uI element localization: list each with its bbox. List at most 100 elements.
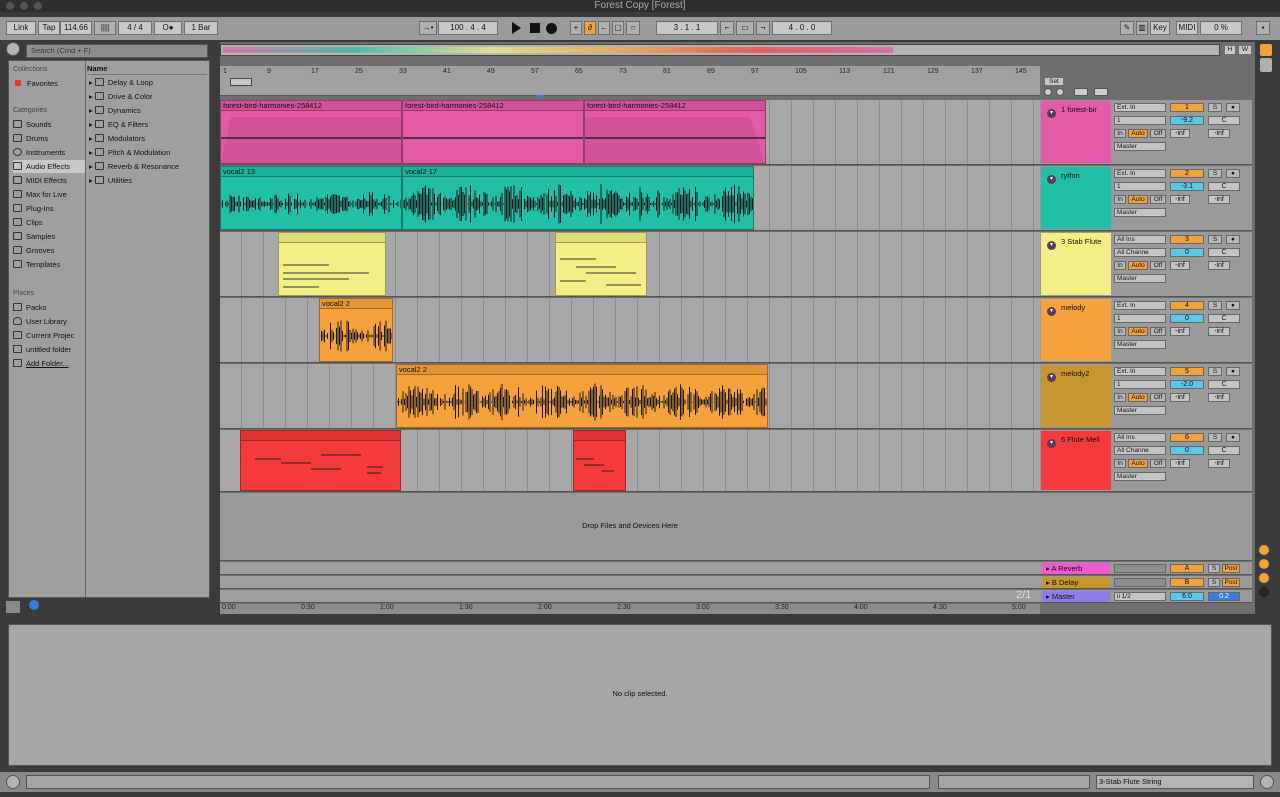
minimize-window-icon[interactable] xyxy=(20,2,28,10)
browser-item[interactable]: ▸ EQ & Filters xyxy=(89,118,148,131)
draw-mode-icon[interactable]: ✎ xyxy=(1120,21,1134,35)
punch-out-icon[interactable]: ¬ xyxy=(756,21,770,35)
selected-track-indicator[interactable]: 3-Stab Flute String xyxy=(1096,775,1254,789)
search-input[interactable]: Search (Cmd + F) xyxy=(26,44,208,58)
name-column-header[interactable]: Name xyxy=(87,64,207,75)
punch-in-icon[interactable]: ⌐ xyxy=(720,21,734,35)
master-volume-field[interactable]: 6.0 xyxy=(1170,592,1204,601)
arm-record-icon[interactable]: ● xyxy=(1226,367,1240,376)
master-header[interactable]: ▸ Master ii 1/2 6.0 0.2 xyxy=(1040,590,1252,603)
return-header-b[interactable]: ▸ B Delay B S Post xyxy=(1040,576,1252,589)
monitor-off-button[interactable]: Off xyxy=(1150,459,1166,468)
link-button[interactable]: Link xyxy=(6,21,36,35)
fold-icon[interactable]: ▾ xyxy=(1047,241,1056,250)
solo-button[interactable]: S xyxy=(1208,103,1222,112)
input-type-dropdown[interactable]: All Ins xyxy=(1114,433,1166,442)
browser-toggle-icon[interactable] xyxy=(6,42,20,56)
track-title[interactable]: ▾ melody xyxy=(1041,299,1111,361)
return-activator[interactable]: A xyxy=(1170,564,1204,573)
pan-field[interactable]: C xyxy=(1208,446,1240,455)
category-samples[interactable]: Samples xyxy=(13,230,55,243)
nudge-icon[interactable]: |||| xyxy=(94,21,116,35)
pan-field[interactable]: C xyxy=(1208,380,1240,389)
info-toggle-icon[interactable] xyxy=(6,775,20,789)
track-title[interactable]: ▾ rythm xyxy=(1041,167,1111,229)
midi-clip[interactable] xyxy=(240,430,401,491)
monitor-off-button[interactable]: Off xyxy=(1150,261,1166,270)
output-dropdown[interactable]: Master xyxy=(1114,274,1166,283)
fold-icon[interactable]: ▾ xyxy=(1047,175,1056,184)
lock-icon[interactable] xyxy=(1094,88,1108,96)
capture-icon[interactable]: ▢ xyxy=(612,21,624,35)
monitor-off-button[interactable]: Off xyxy=(1150,195,1166,204)
place-user-library[interactable]: User Library xyxy=(13,315,67,328)
solo-button[interactable]: S xyxy=(1208,433,1222,442)
arm-record-icon[interactable]: ● xyxy=(1226,301,1240,310)
delay-toggle-icon[interactable] xyxy=(1259,587,1269,597)
volume-field[interactable]: 0 xyxy=(1170,314,1204,323)
category-plug-ins[interactable]: Plug-Ins xyxy=(13,202,54,215)
track-lane-2[interactable]: vocal2 13 vocal2 17 xyxy=(220,166,1040,231)
master-output-dropdown[interactable]: ii 1/2 xyxy=(1114,592,1166,601)
back-to-arrangement-icon[interactable]: ← xyxy=(598,21,610,35)
category-clips[interactable]: Clips xyxy=(13,216,43,229)
browser-item[interactable]: ▸ Pitch & Modulation xyxy=(89,146,170,159)
arrangement-overview[interactable] xyxy=(220,44,1220,56)
master-lane[interactable] xyxy=(220,590,1040,603)
input-channel-dropdown[interactable]: 1 xyxy=(1114,314,1166,323)
category-sounds[interactable]: Sounds xyxy=(13,118,51,131)
category-drums[interactable]: Drums xyxy=(13,132,48,145)
io-toggle-icon[interactable] xyxy=(1259,545,1269,555)
input-type-dropdown[interactable]: Ext. In xyxy=(1114,169,1166,178)
output-dropdown[interactable]: Master xyxy=(1114,406,1166,415)
return-header-a[interactable]: ▸ A Reverb A S Post xyxy=(1040,562,1252,575)
tempo-field[interactable]: 114.66 xyxy=(60,21,92,35)
return-lane-b[interactable] xyxy=(220,576,1040,589)
return-title[interactable]: ▸ A Reverb xyxy=(1042,563,1110,574)
key-map-button[interactable]: Key xyxy=(1150,21,1170,35)
detail-toggle-icon[interactable] xyxy=(1260,775,1274,789)
expand-tracks-icon[interactable] xyxy=(1074,88,1088,96)
monitor-off-button[interactable]: Off xyxy=(1150,327,1166,336)
chevron-up-icon[interactable] xyxy=(6,601,20,613)
preview-icon[interactable] xyxy=(29,600,39,610)
input-type-dropdown[interactable]: All Ins xyxy=(1114,235,1166,244)
place-untitled-folder[interactable]: untitled folder xyxy=(13,343,71,356)
track-lane-5[interactable]: vocal2 2 xyxy=(220,364,1040,429)
loop-start-field[interactable]: 3 . 1 . 1 xyxy=(656,21,718,35)
pan-field[interactable]: C xyxy=(1208,248,1240,257)
fold-icon[interactable]: ▾ xyxy=(1047,109,1056,118)
input-type-dropdown[interactable]: Ext. In xyxy=(1114,367,1166,376)
volume-field[interactable]: -3.1 xyxy=(1170,182,1204,191)
category-audio-effects[interactable]: Audio Effects xyxy=(13,160,85,173)
input-type-dropdown[interactable]: Ext. In xyxy=(1114,103,1166,112)
track-title[interactable]: ▾ melody2 xyxy=(1041,365,1111,427)
monitor-in-button[interactable]: In xyxy=(1114,261,1126,270)
monitor-in-button[interactable]: In xyxy=(1114,393,1126,402)
solo-button[interactable]: S xyxy=(1208,169,1222,178)
browser-favorites[interactable]: Favorites xyxy=(13,77,58,90)
category-instruments[interactable]: Instruments xyxy=(13,146,65,159)
track-lane-6[interactable] xyxy=(220,430,1040,492)
input-channel-dropdown[interactable]: All Channe xyxy=(1114,446,1166,455)
monitor-off-button[interactable]: Off xyxy=(1150,393,1166,402)
track-title[interactable]: ▾ 6 Flute Mell xyxy=(1041,431,1111,490)
monitor-in-button[interactable]: In xyxy=(1114,129,1126,138)
track-lane-3[interactable] xyxy=(220,232,1040,297)
monitor-auto-button[interactable]: Auto xyxy=(1128,261,1148,270)
category-templates[interactable]: Templates xyxy=(13,258,60,271)
track-header-4[interactable]: ▾ melody Ext. In 1 In Auto Off Master 4 S… xyxy=(1040,298,1252,363)
output-dropdown[interactable]: Master xyxy=(1114,340,1166,349)
post-button[interactable]: Post xyxy=(1222,564,1240,573)
width-toggle-button[interactable]: W xyxy=(1238,45,1252,55)
track-lane-4[interactable]: vocal2 2 xyxy=(220,298,1040,363)
input-type-dropdown[interactable]: Ext. In xyxy=(1114,301,1166,310)
place-packs[interactable]: Packs xyxy=(13,301,46,314)
close-window-icon[interactable] xyxy=(6,2,14,10)
midi-clip[interactable] xyxy=(573,430,626,491)
monitor-auto-button[interactable]: Auto xyxy=(1128,459,1148,468)
arm-record-icon[interactable]: ● xyxy=(1226,169,1240,178)
returns-toggle-icon[interactable] xyxy=(1259,559,1269,569)
solo-button[interactable]: S xyxy=(1208,578,1220,587)
fold-icon[interactable]: ▾ xyxy=(1047,373,1056,382)
